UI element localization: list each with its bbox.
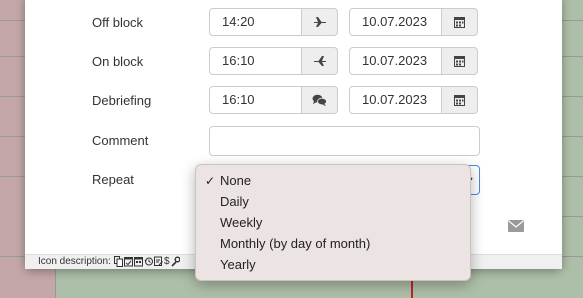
- checkmark-icon: ✓: [205, 174, 216, 188]
- calendar-cell: [0, 200, 25, 230]
- history-icon: [144, 257, 153, 266]
- chat-bubbles-icon[interactable]: [301, 86, 338, 114]
- airplane-landing-icon[interactable]: [301, 47, 338, 75]
- envelope-icon[interactable]: [508, 220, 524, 235]
- calendar-icon[interactable]: [441, 8, 478, 36]
- off-block-label: Off block: [92, 15, 144, 30]
- repeat-option-weekly[interactable]: Weekly: [220, 213, 262, 233]
- repeat-option-daily[interactable]: Daily: [220, 192, 249, 212]
- debriefing-time-input[interactable]: 16:10: [209, 86, 302, 114]
- repeat-option-yearly[interactable]: Yearly: [220, 255, 256, 275]
- debriefing-label: Debriefing: [92, 93, 152, 108]
- repeat-option-monthly[interactable]: Monthly (by day of month): [220, 234, 370, 254]
- calendar-icon: [134, 257, 143, 267]
- repeat-dropdown-menu: ✓ None Daily Weekly Monthly (by day of m…: [195, 164, 471, 281]
- on-block-row: On block 16:10 10.07.2023: [25, 47, 562, 77]
- calendar-icon[interactable]: [441, 86, 478, 114]
- icon-description-label: Icon description:: [38, 256, 111, 267]
- document-sign-icon: [154, 256, 163, 266]
- calendar-cell: [0, 0, 25, 20]
- comment-row: Comment: [25, 126, 562, 156]
- repeat-label: Repeat: [92, 172, 134, 187]
- wrench-icon: [171, 256, 180, 267]
- dollar-icon: $: [164, 256, 170, 267]
- comment-input[interactable]: [209, 126, 480, 156]
- calendar-check-icon: [124, 257, 133, 267]
- debriefing-date-input[interactable]: 10.07.2023: [349, 86, 442, 114]
- repeat-option-none[interactable]: None: [220, 171, 251, 191]
- off-block-date-input[interactable]: 10.07.2023: [349, 8, 442, 36]
- off-block-row: Off block 14:20 10.07.2023: [25, 8, 562, 38]
- on-block-time-input[interactable]: 16:10: [209, 47, 302, 75]
- comment-label: Comment: [92, 133, 149, 148]
- copy-icon: [114, 256, 123, 267]
- legend-icons: $: [114, 256, 180, 267]
- debriefing-row: Debriefing 16:10 10.07.2023: [25, 86, 562, 116]
- calendar-icon[interactable]: [441, 47, 478, 75]
- airplane-takeoff-icon[interactable]: [301, 8, 338, 36]
- on-block-date-input[interactable]: 10.07.2023: [349, 47, 442, 75]
- on-block-label: On block: [92, 54, 144, 69]
- off-block-time-input[interactable]: 14:20: [209, 8, 302, 36]
